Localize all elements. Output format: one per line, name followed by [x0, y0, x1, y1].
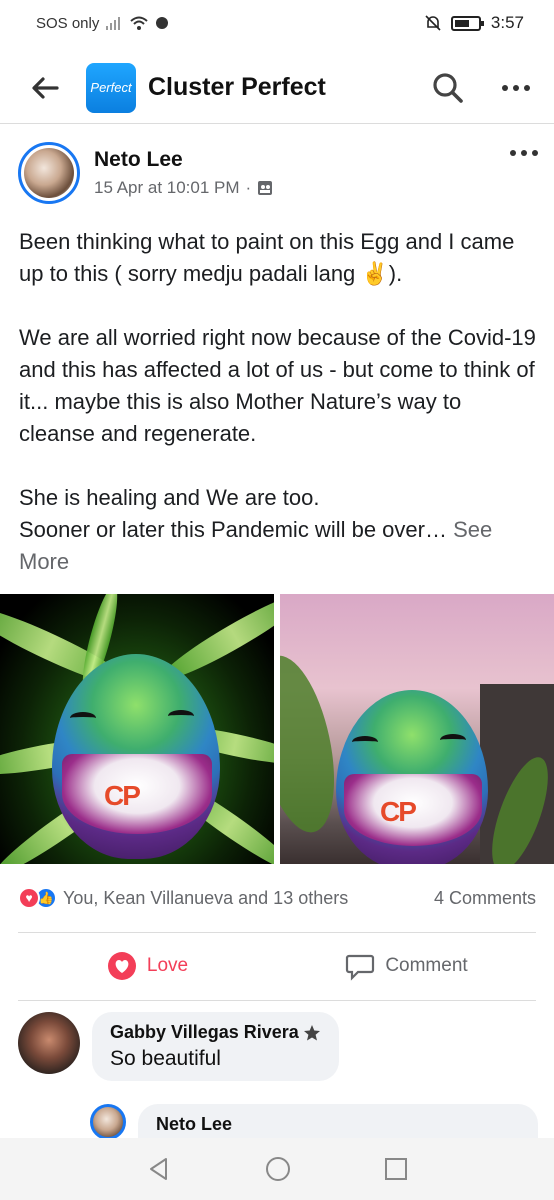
- status-bar: SOS only 3:57: [0, 0, 554, 46]
- reply-author-name: Neto Lee: [156, 1114, 233, 1134]
- photo-1-caption: CP: [104, 780, 141, 811]
- divider: [18, 932, 536, 933]
- post-paragraph: We are all worried right now because of …: [19, 325, 536, 446]
- photo-grid: CP CP: [0, 594, 554, 864]
- post-header: Neto Lee 15 Apr at 10:01 PM ·: [18, 140, 538, 206]
- group-logo[interactable]: Perfect: [86, 62, 136, 113]
- post-photo-1[interactable]: CP: [0, 594, 274, 864]
- comment-author[interactable]: Gabby Villegas Rivera: [110, 1022, 321, 1043]
- love-label: Love: [146, 955, 189, 976]
- post-body: Been thinking what to paint on this Egg …: [19, 226, 539, 578]
- nav-back-icon[interactable]: [146, 1156, 172, 1182]
- author-block: Neto Lee 15 Apr at 10:01 PM ·: [94, 148, 273, 198]
- wifi-icon: [130, 16, 149, 30]
- reaction-icons[interactable]: ♥ 👍: [18, 887, 57, 909]
- battery-icon: [450, 15, 484, 31]
- photo-2-caption: CP: [380, 796, 417, 827]
- messenger-icon: [156, 17, 169, 29]
- comment-bubble[interactable]: Gabby Villegas Rivera So beautiful: [92, 1012, 339, 1081]
- clock: 3:57: [490, 13, 524, 32]
- meta-separator: ·: [245, 178, 252, 197]
- mute-bell-icon: [425, 15, 441, 31]
- comment-count[interactable]: 4 Comments: [434, 888, 536, 909]
- post-paragraph: She is healing and We are too.: [19, 485, 320, 510]
- app-actions: [432, 72, 530, 104]
- back-button[interactable]: [28, 71, 62, 105]
- reply-author-avatar[interactable]: [90, 1104, 126, 1140]
- app-bar: Perfect Cluster Perfect: [0, 52, 554, 124]
- post-paragraph: Sooner or later this Pandemic will be ov…: [19, 517, 447, 542]
- comment-author-name: Gabby Villegas Rivera: [110, 1022, 299, 1042]
- comment: Gabby Villegas Rivera So beautiful: [18, 1012, 339, 1081]
- author-name[interactable]: Neto Lee: [94, 148, 273, 172]
- post-photo-2[interactable]: CP: [280, 594, 554, 864]
- post-timestamp[interactable]: 15 Apr at 10:01 PM: [94, 178, 240, 198]
- divider: [18, 1000, 536, 1001]
- status-right: 3:57: [425, 13, 524, 33]
- nav-home-icon[interactable]: [264, 1155, 292, 1183]
- comment-button[interactable]: Comment: [277, 934, 536, 998]
- post-paragraph: Been thinking what to paint on this Egg …: [19, 229, 515, 286]
- carrier-label: SOS only: [36, 14, 100, 32]
- signal-icon: [106, 17, 121, 30]
- comment-label: Comment: [385, 955, 468, 976]
- system-nav-bar: [0, 1138, 554, 1200]
- heart-icon: [107, 952, 136, 980]
- love-reaction-icon: ♥: [18, 887, 40, 909]
- post-paragraph-last: Sooner or later this Pandemic will be ov…: [19, 514, 539, 578]
- author-avatar-image: [24, 148, 74, 198]
- page-title[interactable]: Cluster Perfect: [148, 73, 326, 102]
- group-logo-text: Perfect: [90, 80, 132, 95]
- top-fan-star-icon: [303, 1024, 320, 1040]
- comment-text: So beautiful: [110, 1047, 221, 1070]
- post-meta: 15 Apr at 10:01 PM ·: [94, 178, 273, 198]
- group-audience-icon: [258, 181, 273, 195]
- comment-icon: [346, 954, 375, 981]
- arrow-left-icon: [32, 76, 59, 99]
- post-options-button[interactable]: [510, 150, 538, 156]
- author-avatar[interactable]: [18, 142, 80, 204]
- reactors-text[interactable]: You, Kean Villanueva and 13 others: [63, 888, 348, 909]
- post-actions: Love Comment: [18, 934, 536, 998]
- reactions-summary: ♥ 👍 You, Kean Villanueva and 13 others 4…: [18, 882, 536, 914]
- status-left: SOS only: [36, 15, 169, 32]
- commenter-avatar[interactable]: [18, 1012, 80, 1074]
- love-button[interactable]: Love: [18, 934, 277, 998]
- reply-author[interactable]: Neto Lee: [156, 1114, 520, 1135]
- nav-recents-icon[interactable]: [384, 1157, 408, 1181]
- search-icon[interactable]: [432, 72, 464, 104]
- more-options-button[interactable]: [502, 84, 530, 91]
